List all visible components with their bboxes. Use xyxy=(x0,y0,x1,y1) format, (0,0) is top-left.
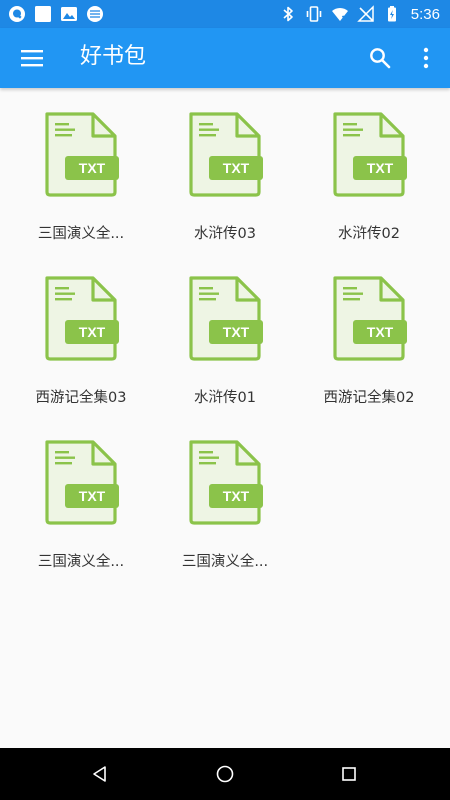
txt-file-icon: TXT xyxy=(41,274,121,362)
home-button[interactable] xyxy=(205,754,245,794)
txt-badge-label: TXT xyxy=(367,160,394,176)
file-name: 水浒传01 xyxy=(194,390,256,406)
file-name: 西游记全集03 xyxy=(35,390,127,406)
image-icon xyxy=(60,5,78,23)
file-item-6[interactable]: TXT 西游记全集02 xyxy=(297,252,441,412)
menu-button[interactable] xyxy=(10,36,54,80)
file-name: 三国演义全... xyxy=(181,554,269,570)
home-icon xyxy=(216,765,234,783)
bluetooth-icon xyxy=(279,5,297,23)
txt-badge-label: TXT xyxy=(223,488,250,504)
menu-icon xyxy=(21,50,43,67)
white-square-icon xyxy=(34,5,52,23)
file-name: 水浒传03 xyxy=(194,226,256,242)
more-vert-icon xyxy=(423,47,429,69)
file-item-3[interactable]: TXT 水浒传02 xyxy=(297,88,441,248)
txt-file-icon: TXT xyxy=(329,110,409,198)
recents-button[interactable] xyxy=(329,754,369,794)
q-app-icon xyxy=(8,5,26,23)
back-icon xyxy=(93,766,106,782)
txt-badge-label: TXT xyxy=(223,160,250,176)
txt-badge-label: TXT xyxy=(79,160,106,176)
file-item-4[interactable]: TXT 西游记全集03 xyxy=(9,252,153,412)
file-name: 西游记全集02 xyxy=(323,390,415,406)
app-bar: 好书包 xyxy=(0,28,450,88)
txt-badge-label: TXT xyxy=(79,488,106,504)
txt-badge-label: TXT xyxy=(367,324,394,340)
file-item-8[interactable]: TXT 三国演义全... xyxy=(153,416,297,576)
wifi-icon xyxy=(331,5,349,23)
txt-file-icon: TXT xyxy=(185,438,265,526)
status-left-icons xyxy=(8,4,104,24)
search-button[interactable] xyxy=(358,36,402,80)
file-item-5[interactable]: TXT 水浒传01 xyxy=(153,252,297,412)
file-item-2[interactable]: TXT 水浒传03 xyxy=(153,88,297,248)
battery-charging-icon xyxy=(383,5,401,23)
txt-file-icon: TXT xyxy=(41,438,121,526)
file-item-1[interactable]: TXT 三国演义全... xyxy=(9,88,153,248)
status-right-icons: 5:36 xyxy=(279,4,440,24)
status-time: 5:36 xyxy=(410,5,440,23)
status-bar: 5:36 xyxy=(0,0,450,28)
txt-file-icon: TXT xyxy=(185,110,265,198)
navigation-bar xyxy=(0,748,450,800)
page-title: 好书包 xyxy=(80,44,147,69)
back-button[interactable] xyxy=(80,754,120,794)
txt-badge-label: TXT xyxy=(223,324,250,340)
search-icon xyxy=(370,48,391,69)
file-item-7[interactable]: TXT 三国演义全... xyxy=(9,416,153,576)
txt-file-icon: TXT xyxy=(329,274,409,362)
file-name: 三国演义全... xyxy=(37,554,125,570)
sync-icon xyxy=(86,5,104,23)
txt-badge-label: TXT xyxy=(79,324,106,340)
file-name: 水浒传02 xyxy=(338,226,400,242)
no-signal-icon xyxy=(356,5,375,23)
txt-file-icon: TXT xyxy=(185,274,265,362)
file-name: 三国演义全... xyxy=(37,226,125,242)
txt-file-icon: TXT xyxy=(41,110,121,198)
recents-icon xyxy=(342,767,356,781)
more-options-button[interactable] xyxy=(406,36,446,80)
vibrate-icon xyxy=(305,5,323,23)
